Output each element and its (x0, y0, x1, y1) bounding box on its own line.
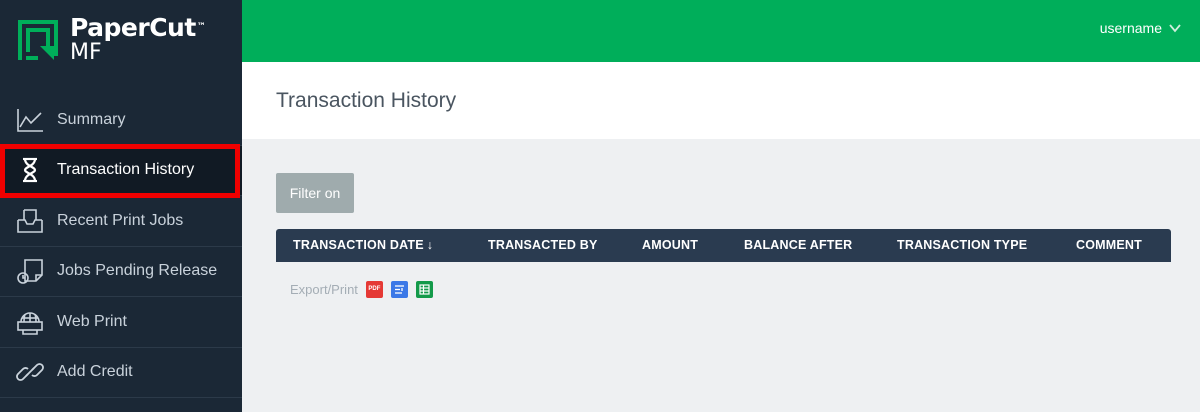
sort-arrow-down-icon: ↓ (426, 238, 434, 252)
top-bar: username (242, 0, 1200, 62)
papercut-logo-icon (18, 20, 58, 60)
spreadsheet-icon[interactable] (415, 280, 433, 298)
sidebar-item-label: Add Credit (57, 363, 133, 381)
column-header-transaction-date[interactable]: TRANSACTION DATE ↓ (293, 229, 433, 262)
sidebar-item-web-print[interactable]: Web Print (0, 297, 242, 348)
column-header-comment[interactable]: COMMENT (1076, 229, 1142, 262)
sidebar-item-summary[interactable]: Summary (0, 95, 242, 146)
sidebar-item-label: Transaction History (57, 161, 195, 179)
line-chart-icon (16, 106, 44, 134)
sidebar: PaperCut™ MF Summary Transaction History… (0, 0, 242, 412)
pdf-icon-text: PDF (368, 286, 381, 292)
link-icon (16, 358, 44, 386)
page-header: Transaction History (242, 62, 1200, 139)
column-header-amount[interactable]: AMOUNT (642, 229, 698, 262)
user-menu[interactable]: username (1100, 20, 1182, 36)
filter-on-button[interactable]: Filter on (276, 173, 354, 213)
export-print-bar: Export/Print PDF (290, 280, 441, 298)
sidebar-item-label: Jobs Pending Release (57, 262, 218, 280)
username-label: username (1099, 20, 1162, 36)
chevron-down-icon (1169, 24, 1181, 33)
sidebar-item-add-credit[interactable]: Add Credit (0, 348, 242, 398)
sidebar-item-label: Web Print (57, 312, 127, 330)
column-header-transaction-type[interactable]: TRANSACTION TYPE (897, 229, 1027, 262)
print-tray-icon (16, 207, 44, 235)
brand-name: PaperCut™ (70, 13, 206, 42)
pending-release-icon (16, 257, 44, 285)
sidebar-item-recent-print-jobs[interactable]: Recent Print Jobs (0, 196, 242, 247)
column-header-balance-after[interactable]: BALANCE AFTER (744, 229, 852, 262)
list-icon[interactable] (390, 280, 408, 298)
papercut-logo[interactable]: PaperCut™ MF (14, 14, 234, 70)
brand-product: MF (70, 40, 102, 65)
sidebar-item-label: Summary (57, 111, 126, 129)
sidebar-item-label: Recent Print Jobs (57, 211, 184, 229)
hourglass-icon (16, 156, 44, 184)
sidebar-nav: Summary Transaction History Recent Print… (0, 95, 242, 398)
column-header-transacted-by[interactable]: TRANSACTED BY (488, 229, 598, 262)
sidebar-item-transaction-history[interactable]: Transaction History (0, 143, 242, 197)
page-title: Transaction History (276, 89, 457, 112)
transaction-table-header: TRANSACTION DATE ↓ TRANSACTED BY AMOUNT B… (276, 229, 1171, 262)
export-print-label: Export/Print (290, 281, 358, 297)
pdf-icon[interactable]: PDF (365, 280, 383, 298)
globe-printer-icon (16, 308, 44, 336)
sidebar-item-jobs-pending-release[interactable]: Jobs Pending Release (0, 247, 242, 297)
